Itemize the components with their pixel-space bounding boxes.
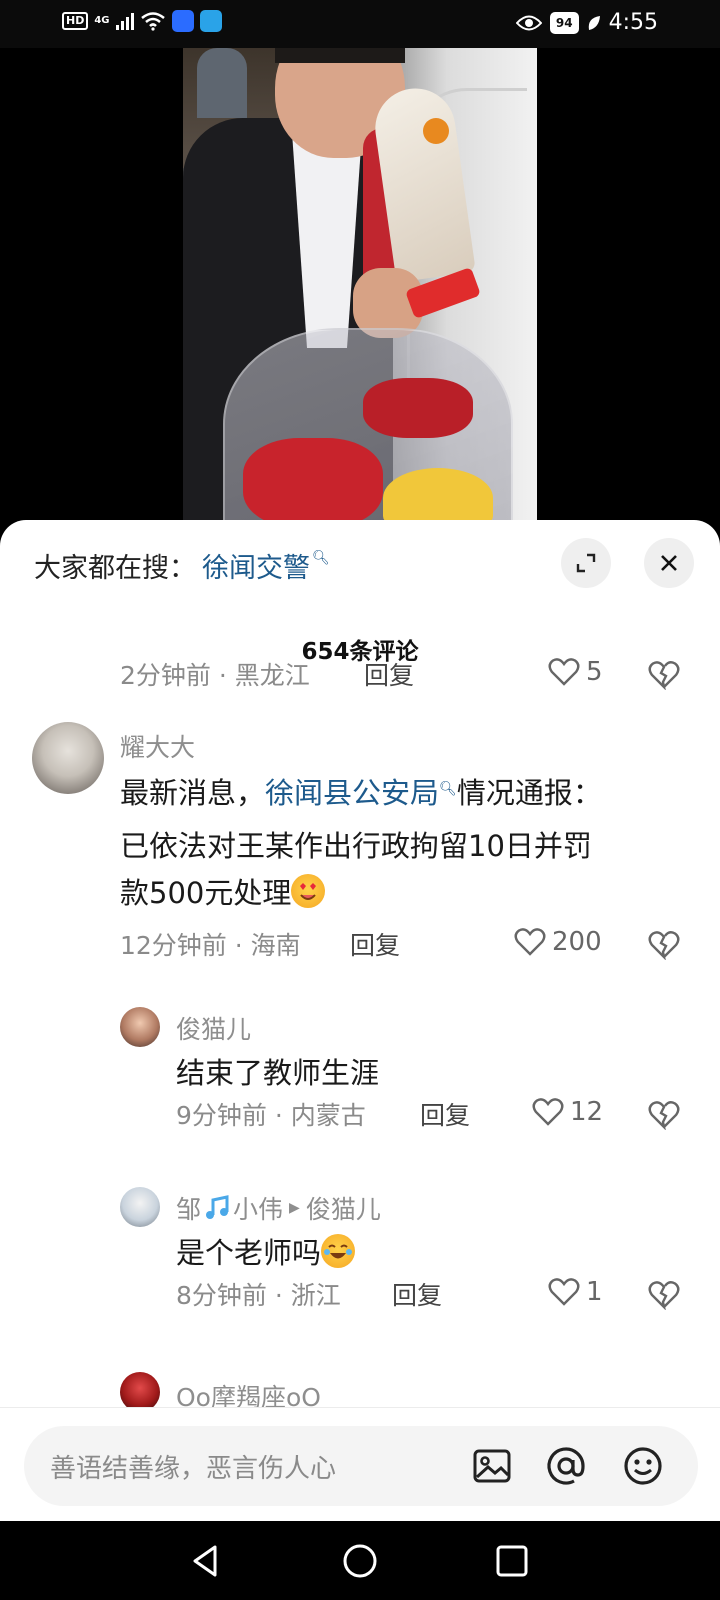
- reply-username[interactable]: 俊猫儿: [176, 1010, 251, 1046]
- broken-heart-icon[interactable]: [648, 930, 680, 960]
- home-icon[interactable]: [338, 1539, 382, 1583]
- comment-time-location: 8分钟前 · 浙江: [176, 1281, 341, 1310]
- reply-arrow-icon: ▶: [289, 1200, 300, 1216]
- wifi-icon: [140, 12, 165, 31]
- comment-count: 654条评论: [301, 639, 419, 665]
- comment-meta: 2分钟前 · 黑龙江: [120, 656, 310, 692]
- heart-eyes-emoji-icon: [291, 874, 326, 908]
- reply-meta: 8分钟前 · 浙江: [176, 1276, 341, 1312]
- status-bar: HD 4G 94 4:55: [0, 0, 720, 48]
- heart-outline-icon: [548, 1278, 580, 1306]
- close-icon: [661, 555, 677, 571]
- recents-icon[interactable]: [490, 1539, 534, 1583]
- back-icon[interactable]: [185, 1539, 229, 1583]
- comment-time-location: 12分钟前 · 海南: [120, 931, 301, 960]
- comment-search-link[interactable]: 徐闻县公安局: [265, 776, 439, 810]
- reply-text: 是个老师吗: [176, 1230, 356, 1277]
- like-count: 12: [570, 1097, 604, 1127]
- music-note-icon: [206, 1195, 229, 1219]
- image-icon[interactable]: [470, 1444, 514, 1488]
- like-count: 200: [552, 927, 602, 957]
- comment-meta: 12分钟前 · 海南: [120, 926, 301, 962]
- comment-sheet: 大家都在搜： 徐闻交警 🔍︎ 654条评论 2分钟前 · 黑龙江 回复 5 耀大…: [0, 520, 720, 1520]
- comment-username[interactable]: 耀大大: [120, 728, 195, 764]
- reply-button[interactable]: 回复: [350, 926, 400, 962]
- battery-level: 94: [549, 11, 579, 34]
- comment-text: 最新消息，徐闻县公安局🔍︎情况通报： 已依法对王某作出行政拘留10日并罚 款50…: [120, 776, 602, 910]
- reader-app-icon: [199, 10, 222, 32]
- reply-button[interactable]: 回复: [392, 1276, 442, 1312]
- reply-button[interactable]: 回复: [420, 1096, 470, 1132]
- reply-username[interactable]: 邹 小伟 ▶ 俊猫儿: [176, 1190, 381, 1226]
- reply-button[interactable]: 回复: [364, 656, 414, 692]
- at-icon[interactable]: [544, 1444, 588, 1488]
- avatar[interactable]: [120, 1187, 160, 1227]
- expand-icon: [576, 553, 596, 573]
- hd-badge: HD: [62, 12, 89, 30]
- heart-outline-icon: [514, 928, 546, 956]
- avatar[interactable]: [120, 1007, 160, 1047]
- avatar[interactable]: [32, 722, 104, 794]
- like-button[interactable]: 12: [532, 1097, 603, 1127]
- comment-input-bar: 善语结善缘，恶言伤人心: [0, 1407, 720, 1521]
- clock: 4:55: [608, 10, 658, 35]
- close-button[interactable]: [644, 538, 694, 588]
- like-count: 5: [586, 657, 603, 687]
- broken-heart-icon[interactable]: [648, 1100, 680, 1130]
- video-player[interactable]: [183, 48, 537, 525]
- system-nav-bar: [0, 1521, 720, 1600]
- search-icon: 🔍︎: [312, 549, 330, 566]
- like-button[interactable]: 200: [514, 927, 602, 957]
- reply-meta: 9分钟前 · 内蒙古: [176, 1096, 366, 1132]
- eye-icon: [515, 15, 542, 30]
- broken-heart-icon[interactable]: [648, 660, 680, 690]
- like-button[interactable]: 5: [548, 657, 603, 687]
- search-icon: 🔍︎: [439, 781, 457, 797]
- expand-button[interactable]: [561, 538, 611, 588]
- like-button[interactable]: 1: [548, 1277, 603, 1307]
- heart-outline-icon: [532, 1098, 564, 1126]
- trending-label: 大家都在搜：: [34, 553, 196, 584]
- comment-time-location: 2分钟前 · 黑龙江: [120, 661, 310, 690]
- leaf-icon: [588, 15, 600, 30]
- comment-time-location: 9分钟前 · 内蒙古: [176, 1101, 366, 1130]
- heart-outline-icon: [548, 658, 580, 686]
- laughing-emoji-icon: [321, 1234, 356, 1268]
- trending-search: 大家都在搜： 徐闻交警 🔍︎: [34, 546, 330, 585]
- like-count: 1: [586, 1277, 603, 1307]
- network-type: 4G: [94, 15, 110, 26]
- signal-icon: [115, 12, 134, 30]
- smiley-icon[interactable]: [621, 1444, 665, 1488]
- comment-input-placeholder: 善语结善缘，恶言伤人心: [50, 1454, 337, 1484]
- trending-search-link[interactable]: 徐闻交警: [202, 546, 310, 585]
- broken-heart-icon[interactable]: [648, 1280, 680, 1310]
- avatar[interactable]: [120, 1372, 160, 1412]
- comment-input[interactable]: 善语结善缘，恶言伤人心: [24, 1426, 698, 1506]
- reply-text: 结束了教师生涯: [176, 1056, 380, 1090]
- baidu-app-icon: [171, 10, 194, 32]
